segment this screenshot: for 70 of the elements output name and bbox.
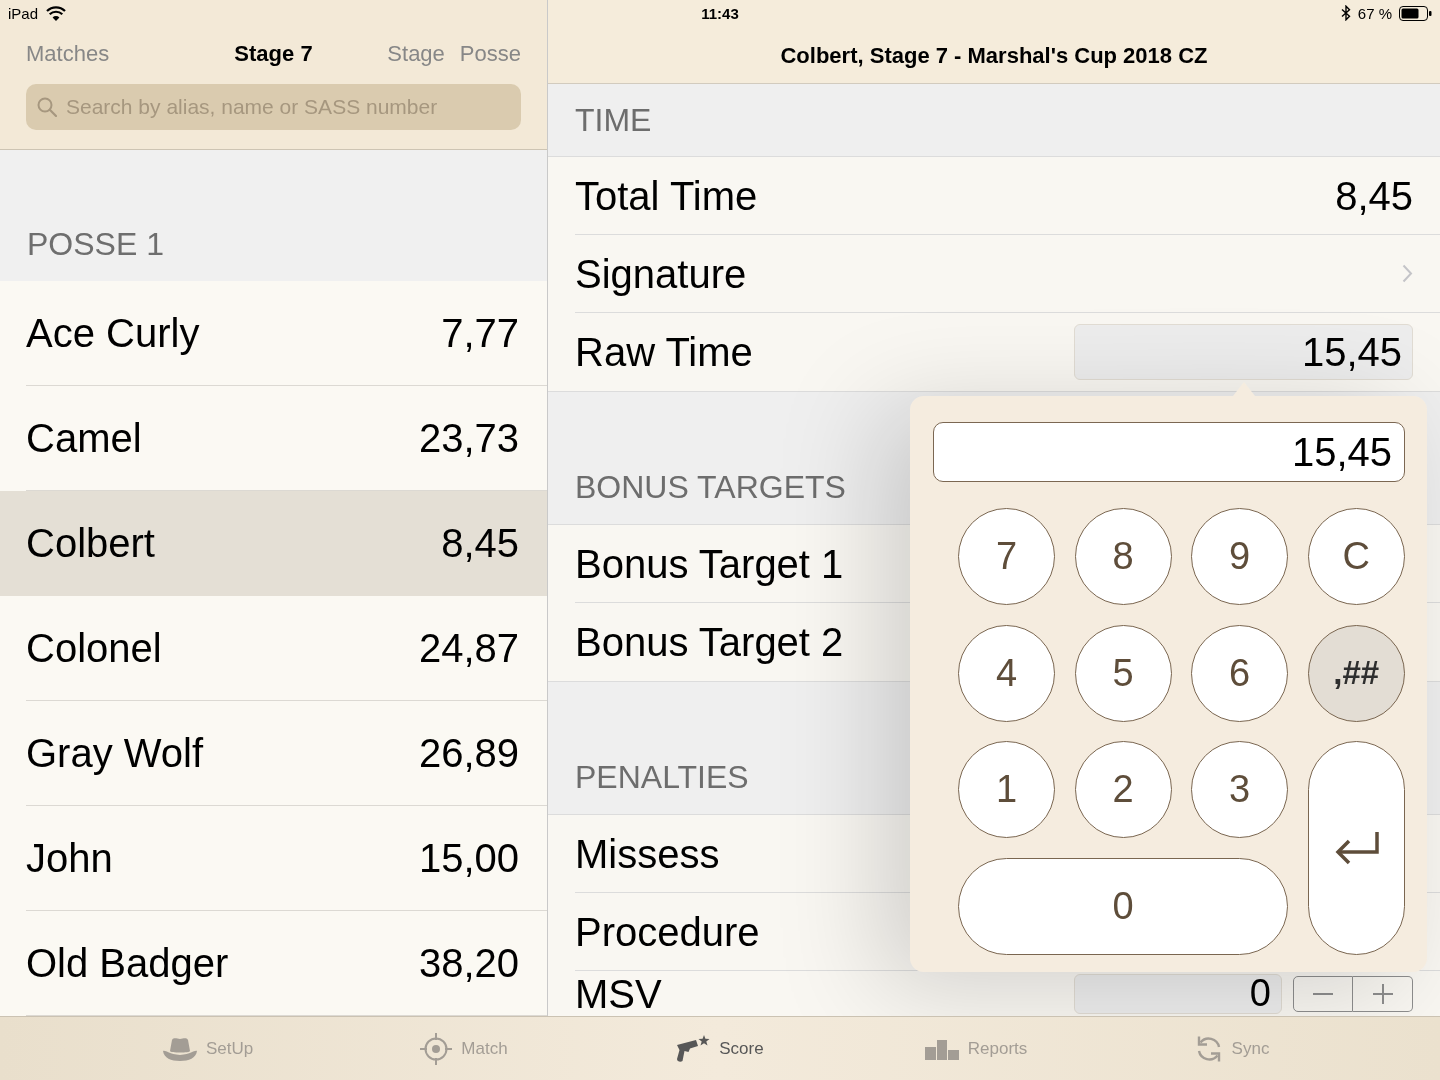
display-field[interactable]: 15,45: [933, 422, 1405, 482]
shooter-row[interactable]: John 15,00: [0, 806, 547, 911]
row-label: Missess: [575, 831, 720, 876]
input-field[interactable]: 15,45: [1074, 324, 1413, 380]
shooter-time: 38,20: [418, 940, 519, 986]
row-label: MSV: [575, 971, 662, 1016]
shooter-name: Colonel: [26, 625, 162, 671]
shooter-time: 8,45: [441, 520, 519, 566]
digit-key[interactable]: 7: [958, 508, 1055, 605]
row-value: 8,45: [1335, 173, 1413, 218]
shooter-name: Ace Curly: [26, 310, 200, 356]
section-header: BONUS TARGETS: [575, 469, 846, 506]
section-header: TIME: [575, 101, 652, 139]
minus-icon: [1313, 992, 1333, 995]
digit-key[interactable]: 5: [1074, 624, 1172, 722]
digit-key[interactable]: 3: [1191, 741, 1289, 838]
shooter-row[interactable]: Old Badger 38,20: [0, 911, 547, 1016]
clear-key[interactable]: C: [1307, 508, 1405, 605]
digit-key[interactable]: 9: [1191, 508, 1289, 605]
search-icon: [37, 97, 57, 117]
battery-percent: 67 %: [1357, 4, 1392, 22]
shooter-row[interactable]: Camel 23,73: [0, 386, 547, 491]
row-label: Bonus Target 1: [575, 541, 844, 586]
section-header: POSSE 1: [27, 226, 164, 263]
digit-key[interactable]: 4: [958, 624, 1055, 722]
digit-key[interactable]: 6: [1191, 624, 1289, 722]
wifi-icon: [46, 5, 67, 21]
row-label: Total Time: [575, 173, 758, 218]
shooter-name: Colbert: [26, 520, 155, 566]
digit-key[interactable]: 1: [958, 741, 1055, 838]
shooter-row[interactable]: Gray Wolf 26,89: [0, 701, 547, 806]
battery-icon: [1399, 5, 1432, 21]
chevron-icon: [1402, 264, 1413, 283]
device-name: iPad: [8, 4, 39, 22]
row-label: Signature: [575, 251, 747, 296]
shooter-time: 26,89: [418, 730, 519, 776]
shooter-time: 23,73: [418, 415, 519, 461]
nav-title: Colbert, Stage 7 - Marshal's Cup 2018 CZ: [780, 42, 1208, 69]
decrement-button[interactable]: [1293, 975, 1353, 1012]
increment-button[interactable]: [1353, 975, 1413, 1012]
bluetooth-icon: [1340, 5, 1351, 21]
podium-icon: [924, 1037, 959, 1060]
nav-title: Stage 7: [234, 41, 313, 67]
digit-key[interactable]: 0: [958, 857, 1289, 955]
row-label: Raw Time: [575, 330, 753, 374]
shooter-row[interactable]: Ace Curly 7,77: [0, 281, 547, 386]
row-label: Bonus Target 2: [575, 620, 844, 664]
row-label: Procedure: [575, 909, 760, 954]
digit-key[interactable]: 2: [1074, 741, 1172, 838]
tab-bar-item[interactable]: Score: [592, 1017, 848, 1080]
crosshair-icon: [420, 1032, 453, 1065]
shooter-row[interactable]: Colbert 8,45: [0, 491, 547, 596]
section-header: PENALTIES: [575, 759, 749, 796]
shooter-row[interactable]: Colonel 24,87: [0, 596, 547, 701]
input-field[interactable]: 0: [1074, 973, 1282, 1014]
shooter-time: 15,00: [418, 835, 519, 881]
digit-key[interactable]: 8: [1074, 508, 1172, 605]
shooter-time: 7,77: [441, 310, 519, 356]
decimal-key[interactable]: ,##: [1307, 624, 1405, 722]
shooter-name: Camel: [26, 415, 142, 461]
shooter-name: John: [26, 835, 113, 881]
shooter-name: Old Badger: [26, 940, 229, 986]
status-time: 11:43: [701, 4, 739, 22]
shooter-time: 24,87: [418, 625, 519, 671]
shooter-name: Gray Wolf: [26, 730, 204, 776]
return-icon: [1333, 830, 1380, 866]
plus-icon: [1372, 983, 1393, 1004]
gun-icon: [676, 1035, 711, 1062]
settings-row[interactable]: Signature: [548, 235, 1440, 313]
hat-icon: [162, 1036, 197, 1061]
